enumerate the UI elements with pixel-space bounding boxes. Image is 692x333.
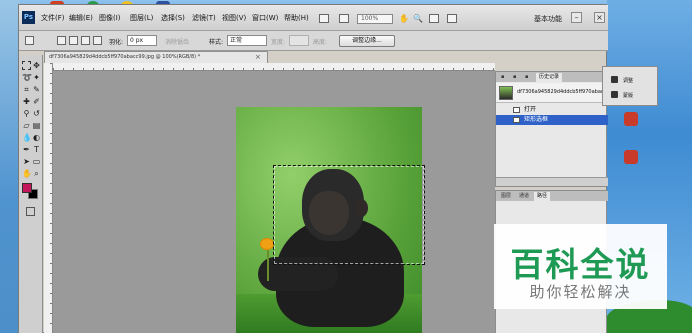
menu-filter[interactable]: 滤镜(T) (192, 13, 216, 23)
document-close-icon[interactable]: × (255, 53, 261, 61)
width-field[interactable] (289, 35, 309, 46)
height-label: 高度: (313, 39, 328, 46)
history-panel-footer (496, 177, 608, 186)
menu-help[interactable]: 帮助(H) (284, 13, 309, 23)
dodge-tool-icon[interactable]: ◐ (32, 133, 41, 142)
zoom-level-field[interactable]: 100% (357, 14, 393, 24)
subtract-selection-icon[interactable] (81, 36, 90, 45)
history-step-icon (513, 107, 520, 113)
desktop-file-icon[interactable] (624, 150, 638, 164)
history-step-label: 打开 (524, 106, 537, 113)
arrange-icon[interactable] (339, 14, 349, 23)
tab-navigator[interactable]: ▪ (498, 73, 507, 82)
tab-info[interactable]: ▪ (522, 73, 531, 82)
gradient-tool-icon[interactable]: ▤ (32, 121, 41, 130)
style-select[interactable]: 正常 (227, 35, 267, 46)
brush-tool-icon[interactable]: ✐ (32, 97, 41, 106)
healing-brush-tool-icon[interactable]: ✚ (22, 97, 31, 106)
foreground-color-swatch[interactable] (22, 183, 32, 193)
eyedropper-tool-icon[interactable]: ✎ (32, 85, 41, 94)
menu-file[interactable]: 文件(F) (41, 13, 65, 23)
new-selection-icon[interactable] (57, 36, 66, 45)
photoshop-logo-icon: Ps (22, 11, 35, 24)
layers-panel-tabs: 图层 通道 路径 (496, 191, 608, 201)
style-label: 样式: (209, 39, 224, 46)
flower-stem (267, 245, 269, 281)
history-step-icon (513, 117, 520, 123)
intersect-selection-icon[interactable] (93, 36, 102, 45)
desktop-file-icon[interactable] (624, 112, 638, 126)
rectangular-selection-marquee[interactable] (273, 165, 425, 265)
snapshot-thumbnail (499, 86, 513, 100)
vertical-ruler[interactable] (44, 63, 53, 333)
width-label: 宽度: (271, 39, 286, 46)
move-tool-icon[interactable]: ✥ (32, 61, 41, 70)
shape-tool-icon[interactable]: ▭ (32, 157, 41, 166)
minimize-button[interactable]: – (571, 12, 582, 23)
menu-layer[interactable]: 图层(L) (130, 13, 153, 23)
tools-panel: ✥ ➰ ✦ ⌗ ✎ ✚ ✐ ⚲ ↺ ▱ ▤ 💧 ◐ ✒ T ➤ ▭ ✋ ⌕ (19, 55, 43, 333)
eraser-tool-icon[interactable]: ▱ (22, 121, 31, 130)
history-step-label: 矩形选框 (524, 116, 549, 123)
hand-tool-icon[interactable]: ✋ (399, 14, 409, 23)
history-snapshot[interactable]: df7306a945829d4ddcb5ff970abacc... (496, 83, 608, 103)
tab-layers[interactable]: 图层 (498, 192, 514, 201)
history-step-open[interactable]: 打开 (496, 105, 608, 115)
watermark-title: 百科全说 (510, 245, 651, 284)
crop-tool-icon[interactable]: ⌗ (22, 85, 31, 94)
tab-histogram[interactable]: ▪ (510, 73, 519, 82)
desktop-left-strip (0, 0, 20, 333)
history-panel-tabs: ▪ ▪ ▪ 历史记录 (496, 72, 608, 82)
type-tool-icon[interactable]: T (32, 145, 41, 154)
history-brush-tool-icon[interactable]: ↺ (32, 109, 41, 118)
magic-wand-tool-icon[interactable]: ✦ (32, 73, 41, 82)
hand-tool-icon[interactable]: ✋ (22, 169, 32, 178)
watermark-subtitle: 助你轻松解决 (529, 283, 632, 301)
options-bar: 羽化: 0 px 消除锯齿 样式: 正常 宽度: 高度: 调整边缘... (19, 31, 608, 51)
menu-image[interactable]: 图像(I) (99, 13, 121, 23)
feather-field[interactable]: 0 px (127, 35, 157, 46)
history-panel: ▪ ▪ ▪ 历史记录 df7306a945829d4ddcb5ff970abac… (495, 71, 608, 187)
snapshot-name: df7306a945829d4ddcb5ff970abacc... (517, 89, 605, 95)
close-window-button[interactable]: × (594, 12, 605, 23)
zoom-tool-icon[interactable]: ⌕ (32, 169, 41, 178)
masks-label[interactable]: 蒙版 (623, 92, 633, 99)
lasso-tool-icon[interactable]: ➰ (22, 73, 32, 82)
blur-tool-icon[interactable]: 💧 (22, 133, 32, 142)
zoom-tool-icon[interactable]: 🔍 (413, 14, 423, 23)
quick-mask-icon[interactable] (26, 207, 35, 216)
adjustments-icon[interactable] (611, 76, 618, 83)
document-tab[interactable]: df7306a945829d4ddcb5ff970abacc99.jpg @ 1… (44, 51, 268, 63)
menu-window[interactable]: 窗口(W) (252, 13, 278, 23)
history-step-rect-marquee[interactable]: 矩形选框 (496, 115, 608, 125)
adjustments-panel: 调整 蒙版 (602, 66, 658, 106)
tab-channels[interactable]: 通道 (516, 192, 532, 201)
horizontal-ruler[interactable] (53, 63, 495, 71)
refine-edge-button[interactable]: 调整边缘... (339, 35, 395, 47)
marquee-tool-preset-icon[interactable] (25, 36, 34, 45)
pen-tool-icon[interactable]: ✒ (22, 145, 31, 154)
yellow-flower (260, 238, 274, 250)
screen-mode-icon[interactable] (447, 14, 457, 23)
clone-stamp-tool-icon[interactable]: ⚲ (22, 109, 31, 118)
antialias-checkbox-label[interactable]: 消除锯齿 (165, 37, 189, 46)
feather-label: 羽化: (109, 39, 124, 46)
marquee-tool-icon[interactable] (22, 61, 31, 70)
masks-icon[interactable] (611, 91, 618, 98)
adjustments-label[interactable]: 调整 (623, 77, 633, 84)
menu-select[interactable]: 选择(S) (161, 13, 185, 23)
add-selection-icon[interactable] (69, 36, 78, 45)
menu-view[interactable]: 视图(V) (222, 13, 246, 23)
menubar: Ps 文件(F) 编辑(E) 图像(I) 图层(L) 选择(S) 滤镜(T) 视… (19, 5, 608, 31)
watermark-overlay: 百科全说 助你轻松解决 (494, 224, 667, 309)
rotate-view-icon[interactable] (429, 14, 439, 23)
tab-paths[interactable]: 路径 (534, 192, 551, 201)
tab-history[interactable]: 历史记录 (536, 73, 563, 82)
workspace-selector[interactable]: 基本功能 (534, 14, 562, 24)
menu-edit[interactable]: 编辑(E) (69, 13, 93, 23)
path-selection-tool-icon[interactable]: ➤ (22, 157, 31, 166)
bridge-icon[interactable] (319, 14, 329, 23)
